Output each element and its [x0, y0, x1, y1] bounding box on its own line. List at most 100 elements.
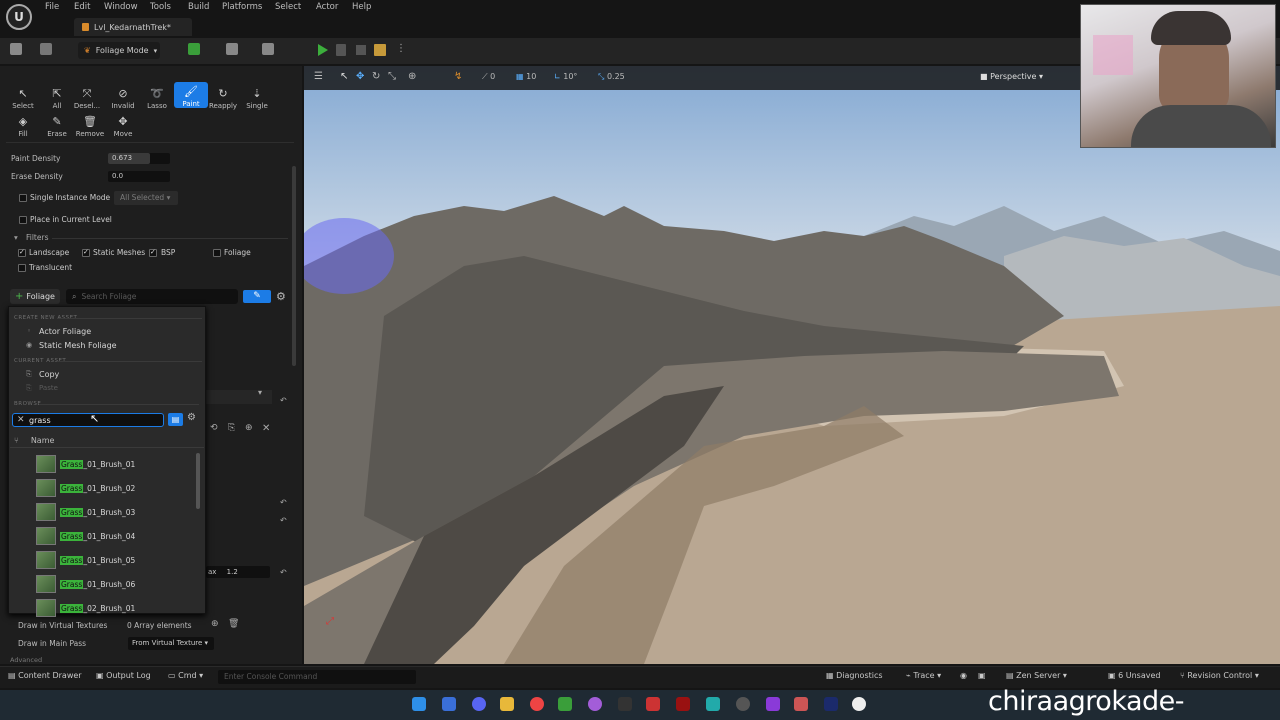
- main-pass-dropdown[interactable]: From Virtual Texture ▾: [128, 637, 214, 650]
- console-input[interactable]: Enter Console Command: [218, 670, 416, 684]
- foliage-search-input[interactable]: ⌕ Search Foliage: [66, 289, 238, 304]
- gear-icon[interactable]: ⚙: [276, 290, 286, 303]
- select-mode-icon[interactable]: ↖: [340, 71, 348, 82]
- menu-copy[interactable]: Copy: [39, 370, 59, 379]
- collapse-all-icon[interactable]: ⟲: [210, 423, 218, 433]
- zen-server-dropdown[interactable]: ▤ Zen Server ▾: [1006, 671, 1067, 680]
- mode-dropdown[interactable]: ❦ Foliage Mode ▾: [78, 42, 160, 59]
- add-element-icon[interactable]: ⊕: [211, 619, 219, 629]
- record-icon[interactable]: ◉: [960, 671, 967, 680]
- grid-snap-toggle[interactable]: ▦ 10: [516, 72, 536, 81]
- save-icon[interactable]: [10, 43, 22, 55]
- tool-paint[interactable]: 🖌 Paint: [174, 82, 208, 108]
- hamburger-menu-icon[interactable]: ☰: [314, 71, 323, 82]
- asset-row[interactable]: Grass _01_Brush_04: [10, 524, 198, 548]
- discord-icon[interactable]: [472, 697, 486, 711]
- taskbar-app-icon[interactable]: [588, 697, 602, 711]
- file-explorer-icon[interactable]: [500, 697, 514, 711]
- more-options-icon[interactable]: ⋮: [396, 43, 406, 54]
- filter-landscape-checkbox[interactable]: [18, 248, 26, 257]
- perspective-dropdown[interactable]: ■ Perspective ▾: [980, 72, 1043, 81]
- add-circle-icon[interactable]: ⊕: [245, 423, 253, 433]
- play-icon[interactable]: [318, 44, 328, 56]
- tool-move[interactable]: ✥ Move: [106, 110, 140, 139]
- scale-icon[interactable]: ⤡: [388, 71, 396, 82]
- tool-remove[interactable]: 🗑 Remove: [73, 110, 107, 139]
- panel-scrollbar[interactable]: [292, 166, 296, 366]
- taskbar-app-icon[interactable]: [706, 697, 720, 711]
- tab-level[interactable]: Lvl_KedarnathTrek*: [74, 18, 192, 36]
- single-instance-checkbox[interactable]: [19, 194, 27, 202]
- asset-row[interactable]: Grass _01_Brush_01: [10, 452, 198, 476]
- unsaved-button[interactable]: ▣ 6 Unsaved: [1108, 671, 1160, 680]
- menu-edit[interactable]: Edit: [74, 2, 90, 12]
- menu-actor[interactable]: Actor: [316, 2, 338, 12]
- single-instance-dropdown[interactable]: All Selected ▾: [114, 191, 178, 205]
- asset-search-input[interactable]: ✕ grass: [12, 413, 164, 427]
- menu-actor-foliage[interactable]: Actor Foliage: [39, 327, 91, 336]
- scale-snap-toggle[interactable]: ⤡ 0.25: [598, 72, 625, 82]
- tool-all[interactable]: ⇱ All: [40, 82, 74, 111]
- menu-help[interactable]: Help: [352, 2, 371, 12]
- taskbar-app-icon[interactable]: [794, 697, 808, 711]
- reset-icon[interactable]: ↶: [280, 516, 287, 525]
- menu-build[interactable]: Build: [188, 2, 209, 12]
- photoshop-icon[interactable]: [824, 697, 838, 711]
- asset-row[interactable]: Grass _01_Brush_02: [10, 476, 198, 500]
- unreal-engine-icon[interactable]: [852, 697, 866, 711]
- add-actor-icon[interactable]: [188, 43, 200, 55]
- rotation-snap-toggle[interactable]: ∟ 10°: [554, 72, 577, 81]
- snap-zero-toggle[interactable]: ⟋ 0: [482, 72, 495, 82]
- content-drawer-button[interactable]: ▤ Content Drawer: [8, 671, 82, 680]
- clear-search-icon[interactable]: ✕: [17, 415, 25, 425]
- surface-snap-icon[interactable]: ↯: [454, 71, 462, 82]
- trace-dropdown[interactable]: ⌁ Trace ▾: [906, 671, 941, 680]
- chevron-down-icon[interactable]: ▾: [258, 388, 262, 397]
- filter-static-meshes-checkbox[interactable]: [82, 248, 90, 257]
- place-current-level-checkbox[interactable]: [19, 216, 27, 224]
- tool-reapply[interactable]: ↻ Reapply: [206, 82, 240, 111]
- diagnostics-button[interactable]: ▦ Diagnostics: [826, 671, 883, 680]
- rotate-icon[interactable]: ↻: [372, 71, 380, 82]
- folder-icon[interactable]: ▤: [168, 413, 183, 426]
- reset-icon[interactable]: ↶: [280, 396, 287, 405]
- tool-single[interactable]: ⇣ Single: [240, 82, 274, 111]
- paint-density-field[interactable]: 0.673: [108, 153, 170, 164]
- taskbar-app-icon[interactable]: [442, 697, 456, 711]
- level-viewport[interactable]: ⤢: [304, 66, 1280, 664]
- tool-select[interactable]: ↖ Select: [6, 82, 40, 111]
- paint-mode-toggle[interactable]: ✎: [243, 290, 271, 303]
- content-browser-icon[interactable]: [40, 43, 52, 55]
- close-icon[interactable]: ✕: [262, 423, 270, 434]
- filter-bsp-checkbox[interactable]: [149, 248, 157, 257]
- tool-fill[interactable]: ◈ Fill: [6, 110, 40, 139]
- tool-deselect[interactable]: ⤧ Desel...: [70, 82, 104, 111]
- menu-static-mesh-foliage[interactable]: Static Mesh Foliage: [39, 341, 117, 350]
- menu-platforms[interactable]: Platforms: [222, 2, 262, 12]
- tool-lasso[interactable]: ➰ Lasso: [140, 82, 174, 111]
- world-space-icon[interactable]: ⊕: [408, 71, 416, 82]
- asset-row[interactable]: Grass _01_Brush_06: [10, 572, 198, 596]
- column-name[interactable]: Name: [31, 436, 55, 445]
- menu-file[interactable]: File: [45, 2, 59, 12]
- translate-icon[interactable]: ✥: [356, 71, 364, 82]
- reset-icon[interactable]: ↶: [280, 568, 287, 577]
- output-log-button[interactable]: ▣ Output Log: [96, 671, 151, 680]
- stop-icon[interactable]: [356, 45, 366, 55]
- filter-icon[interactable]: ⑂: [14, 436, 19, 445]
- taskbar-app-icon[interactable]: [676, 697, 690, 711]
- menu-tools[interactable]: Tools: [150, 2, 171, 12]
- settings-icon[interactable]: ⚙: [187, 412, 196, 423]
- eject-icon[interactable]: [374, 44, 386, 56]
- windows-start-icon[interactable]: [412, 697, 426, 711]
- asset-row[interactable]: Grass _02_Brush_01: [10, 596, 198, 620]
- cmd-dropdown[interactable]: ▭ Cmd ▾: [168, 671, 203, 680]
- cinematics-icon[interactable]: [262, 43, 274, 55]
- reset-icon[interactable]: ↶: [280, 498, 287, 507]
- asset-list-scrollbar[interactable]: [196, 453, 200, 509]
- taskbar-app-icon[interactable]: [558, 697, 572, 711]
- max-field[interactable]: ax 1.2: [206, 566, 270, 578]
- asset-row[interactable]: Grass _01_Brush_03: [10, 500, 198, 524]
- github-icon[interactable]: [736, 697, 750, 711]
- tool-erase[interactable]: ✎ Erase: [40, 110, 74, 139]
